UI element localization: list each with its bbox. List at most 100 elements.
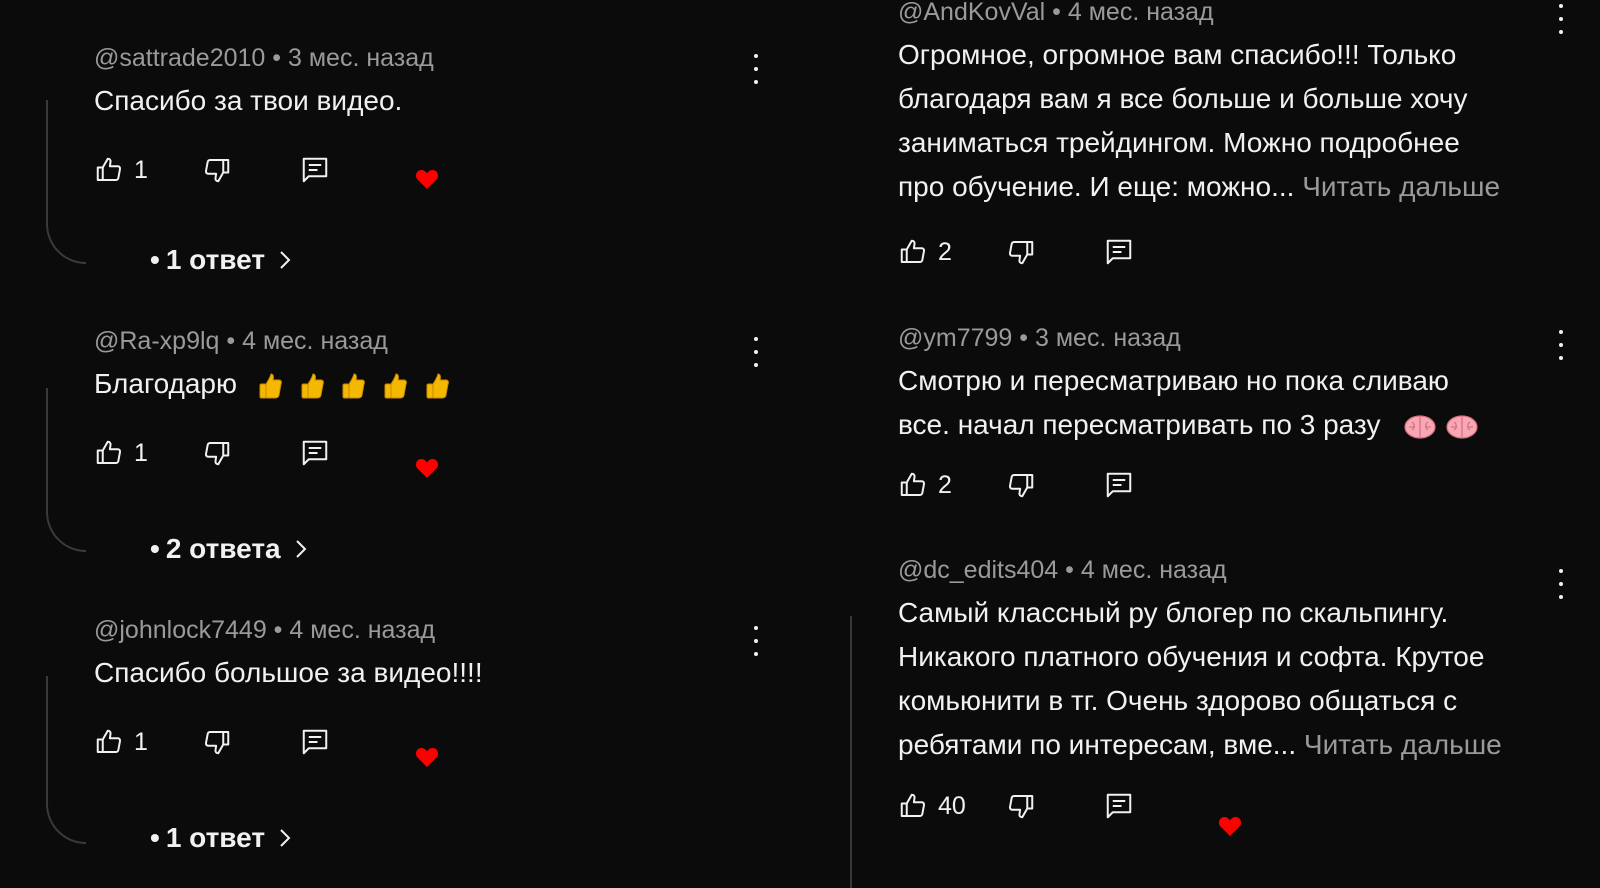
meta-separator: • xyxy=(226,327,236,355)
comment-text-content: Благодарю xyxy=(94,368,238,399)
comment-line: Огромное, огромное вам спасибо!!! Только xyxy=(898,39,1457,70)
like-count: 2 xyxy=(938,237,952,266)
emoji-row xyxy=(251,368,452,399)
comment-text: Благодарю xyxy=(94,362,774,406)
comment-line: все. начал пересматривать по 3 разу xyxy=(898,409,1381,440)
like-button[interactable]: 40 xyxy=(898,786,966,826)
more-options-icon[interactable] xyxy=(751,337,761,367)
thumb-down-icon xyxy=(204,442,230,466)
comment-meta: @AndKovVal • 4 мес. назад xyxy=(898,0,1558,27)
comment-line: комьюнити в тг. Очень здорово общаться с xyxy=(898,685,1458,716)
comment-author[interactable]: @sattrade2010 xyxy=(94,44,265,72)
comment-line: Самый классный ру блогер по скальпингу. xyxy=(898,597,1449,628)
meta-separator: • xyxy=(1052,0,1061,26)
more-options-icon[interactable] xyxy=(751,54,761,84)
dislike-button[interactable] xyxy=(202,433,232,473)
creator-heart-icon xyxy=(1218,817,1242,836)
comment: @sattrade2010 • 3 мес. назад Спасибо за … xyxy=(94,44,774,123)
comment-author[interactable]: @ym7799 xyxy=(898,324,1012,352)
reply-icon xyxy=(1106,793,1132,819)
brain-icon xyxy=(1404,415,1436,439)
like-button[interactable]: 2 xyxy=(898,465,952,505)
creator-heart-icon xyxy=(415,170,439,189)
comment-line: Смотрю и пересматриваю но пока сливаю xyxy=(898,365,1449,396)
thumb-up-icon xyxy=(96,440,122,464)
meta-separator: • xyxy=(272,44,282,72)
meta-separator: • xyxy=(273,616,283,644)
thumb-up-icon xyxy=(900,793,926,817)
replies-bullet: • xyxy=(150,822,160,853)
thumb-down-icon xyxy=(1008,241,1034,265)
thread-line xyxy=(46,676,86,844)
comment-line: про обучение. И еще: можно... xyxy=(898,171,1295,202)
comment: @johnlock7449 • 4 мес. назад Спасибо бол… xyxy=(94,616,774,695)
comment-line: заниматься трейдингом. Можно подробнее xyxy=(898,127,1460,158)
meta-separator: • xyxy=(1019,324,1029,352)
dislike-button[interactable] xyxy=(1006,232,1036,272)
view-replies-button[interactable]: • 2 ответа xyxy=(150,533,311,565)
comment-author[interactable]: @johnlock7449 xyxy=(94,616,267,644)
view-replies-button[interactable]: • 1 ответ xyxy=(150,822,295,854)
comment-meta: @Ra-xp9lq • 4 мес. назад xyxy=(94,327,774,356)
comment-line: благодаря вам я все больше и больше хочу xyxy=(898,83,1468,114)
dislike-button[interactable] xyxy=(202,150,232,190)
dislike-button[interactable] xyxy=(1006,786,1036,826)
replies-label: 1 ответ xyxy=(165,822,266,853)
read-more-link[interactable]: Читать дальше xyxy=(1302,171,1500,202)
comment-text: Самый классный ру блогер по скальпингу. … xyxy=(898,591,1558,767)
chevron-right-icon xyxy=(280,829,291,847)
thumb-up-icon xyxy=(900,239,926,263)
comment-line: Никакого платного обучения и софта. Крут… xyxy=(898,641,1485,672)
more-options-icon[interactable] xyxy=(1556,4,1566,34)
like-count: 1 xyxy=(134,438,148,467)
brain-icon xyxy=(1446,415,1478,439)
comment-text: Огромное, огромное вам спасибо!!! Только… xyxy=(898,33,1558,209)
reply-button[interactable] xyxy=(1104,786,1134,826)
like-button[interactable]: 1 xyxy=(94,433,148,473)
comment-text: Спасибо большое за видео!!!! xyxy=(94,657,483,688)
read-more-link[interactable]: Читать дальше xyxy=(1304,729,1502,760)
dislike-button[interactable] xyxy=(1006,465,1036,505)
thumb-up-icon xyxy=(900,472,926,496)
reply-button[interactable] xyxy=(1104,232,1134,272)
like-button[interactable]: 2 xyxy=(898,232,952,272)
comment-text: Спасибо за твои видео. xyxy=(94,85,403,116)
reply-button[interactable] xyxy=(300,722,330,762)
like-button[interactable]: 1 xyxy=(94,150,148,190)
thumbs-up-icon xyxy=(259,373,282,399)
comment-meta: @johnlock7449 • 4 мес. назад xyxy=(94,616,774,645)
comment-text: Смотрю и пересматриваю но пока сливаю вс… xyxy=(898,359,1558,447)
comment: @ym7799 • 3 мес. назад Смотрю и пересмат… xyxy=(898,324,1558,447)
replies-label: 1 ответ xyxy=(165,244,266,275)
thumb-down-icon xyxy=(204,731,230,755)
like-button[interactable]: 1 xyxy=(94,722,148,762)
reply-button[interactable] xyxy=(300,433,330,473)
view-replies-button[interactable]: • 1 ответ xyxy=(150,244,295,276)
thumbs-up-icon xyxy=(384,373,408,399)
creator-heart-icon xyxy=(415,459,439,478)
reply-button[interactable] xyxy=(1104,465,1134,505)
thumb-up-icon xyxy=(96,729,122,753)
thread-line xyxy=(46,100,86,264)
reply-button[interactable] xyxy=(300,150,330,190)
comment-author[interactable]: @Ra-xp9lq xyxy=(94,327,219,355)
thumb-down-icon xyxy=(1008,474,1034,498)
like-count: 1 xyxy=(134,155,148,184)
comment-line: ребятами по интересам, вме... xyxy=(898,729,1297,760)
reply-icon xyxy=(302,157,328,183)
comment-age: 3 мес. назад xyxy=(1035,324,1181,352)
comment-meta: @sattrade2010 • 3 мес. назад xyxy=(94,44,774,73)
reply-icon xyxy=(1106,239,1132,265)
thumb-up-icon xyxy=(96,157,122,181)
like-count: 40 xyxy=(938,791,966,820)
reply-icon xyxy=(302,729,328,755)
replies-label: 2 ответа xyxy=(165,533,281,564)
like-count: 1 xyxy=(134,727,148,756)
comment-author[interactable]: @dc_edits404 xyxy=(898,556,1058,584)
dislike-button[interactable] xyxy=(202,722,232,762)
comment-author[interactable]: @AndKovVal xyxy=(898,0,1045,26)
more-options-icon[interactable] xyxy=(1556,330,1566,360)
more-options-icon[interactable] xyxy=(1556,569,1566,599)
more-options-icon[interactable] xyxy=(751,626,761,656)
comment-meta: @ym7799 • 3 мес. назад xyxy=(898,324,1558,353)
